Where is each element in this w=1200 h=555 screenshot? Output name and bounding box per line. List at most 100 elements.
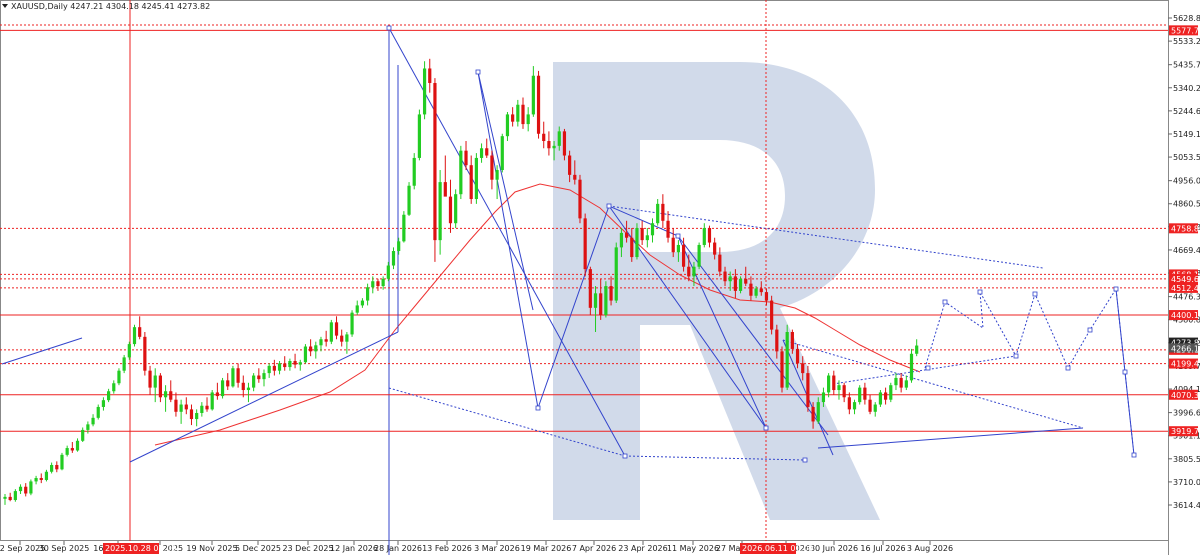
- candle-body: [630, 237, 634, 258]
- candle: [899, 373, 903, 393]
- candle-body: [293, 361, 297, 365]
- candle: [3, 493, 7, 505]
- candle-body: [75, 440, 80, 451]
- candle-body: [283, 363, 287, 368]
- candle: [303, 344, 308, 364]
- candle: [707, 225, 712, 248]
- price-tag-label: 3919.72: [1171, 427, 1200, 436]
- price-tag: 4758.89: [1169, 223, 1200, 234]
- candle-body: [391, 251, 396, 266]
- candle-body: [220, 380, 225, 397]
- candle-body: [884, 392, 888, 400]
- candle: [578, 174, 582, 224]
- candle-body: [298, 362, 302, 365]
- candle-body: [863, 387, 867, 400]
- candle-body: [184, 404, 188, 410]
- candle-body: [650, 223, 655, 236]
- candle: [832, 370, 836, 395]
- candle-body: [44, 471, 49, 480]
- candle-body: [552, 145, 556, 149]
- candle-body: [257, 375, 261, 380]
- candle-body: [70, 448, 74, 451]
- price-tag-label: 4070.35: [1171, 391, 1200, 400]
- forecast-line-dotted: [832, 355, 1017, 385]
- candle: [785, 324, 789, 391]
- price-tag-label: 4400.18: [1171, 311, 1200, 320]
- candle: [65, 445, 69, 457]
- candle-body: [127, 344, 131, 358]
- y-tick-label: 4669.40: [1173, 246, 1200, 255]
- candle-body: [459, 150, 463, 195]
- price-chart[interactable]: 5628.80 5533.25 5435.75 5340.20 5244.65 5149.…: [0, 0, 1200, 555]
- candle-body: [847, 397, 851, 410]
- x-tick-label: 13 Feb 2026: [422, 544, 472, 553]
- candle-body: [422, 68, 427, 115]
- price-tag-label: 4199.45: [1171, 360, 1200, 369]
- candle-body: [775, 329, 779, 352]
- candle-body: [578, 179, 582, 219]
- candle-body: [806, 373, 810, 407]
- forecast-node: [942, 299, 948, 305]
- candle: [479, 143, 484, 163]
- x-tick-label: 3 Mar 2026: [474, 544, 520, 553]
- x-tick-label: 12 Jan 2026: [330, 544, 378, 553]
- candle: [309, 339, 313, 357]
- candle: [127, 341, 131, 360]
- candle-body: [666, 220, 670, 238]
- candle-body: [340, 335, 344, 342]
- candle-body: [827, 375, 831, 393]
- candle-body: [858, 387, 862, 403]
- candle-body: [733, 276, 737, 291]
- y-tick-label: 5628.80: [1173, 14, 1200, 23]
- candle-body: [272, 365, 276, 371]
- candle-body: [397, 241, 401, 252]
- candle-body: [81, 429, 85, 441]
- candle: [272, 359, 276, 376]
- candle: [107, 388, 111, 403]
- x-tick-label: 28 Jan 2026: [374, 544, 422, 553]
- candle-body: [91, 417, 95, 425]
- candle: [884, 387, 888, 405]
- candle: [226, 373, 230, 391]
- candle: [34, 475, 38, 485]
- candle: [469, 155, 473, 204]
- candle-body: [479, 148, 484, 158]
- y-tick-label: 5149.10: [1173, 130, 1200, 139]
- candle-body: [909, 353, 914, 381]
- candle: [640, 220, 644, 245]
- candle-body: [241, 382, 245, 391]
- candle: [75, 438, 80, 452]
- candle: [148, 365, 152, 395]
- candle-body: [402, 214, 406, 242]
- candle: [827, 373, 831, 398]
- candle-body: [376, 281, 380, 287]
- candle: [702, 223, 706, 248]
- candle-body: [604, 286, 608, 316]
- candle: [267, 363, 271, 378]
- candle: [60, 452, 64, 471]
- candle-body: [785, 332, 789, 388]
- candle: [169, 380, 173, 403]
- candle-body: [521, 104, 525, 125]
- candle: [526, 107, 530, 132]
- candle: [8, 492, 12, 502]
- candle: [117, 368, 121, 386]
- candle: [542, 121, 546, 149]
- candle-body: [29, 481, 33, 494]
- candle-body: [873, 404, 877, 412]
- candle: [324, 330, 328, 347]
- forecast-node: [675, 233, 681, 239]
- candle: [179, 399, 183, 424]
- candle-body: [3, 496, 7, 499]
- candle-body: [226, 380, 230, 387]
- candle-body: [832, 375, 836, 391]
- candle-body: [355, 305, 359, 313]
- candle: [241, 375, 245, 398]
- forecast-node: [802, 457, 808, 463]
- candle: [18, 484, 23, 494]
- candle-body: [495, 170, 499, 180]
- candle: [407, 182, 411, 216]
- candle: [24, 483, 28, 497]
- x-tick-label: 30 Sep 2025: [39, 544, 90, 553]
- candle-body: [801, 363, 805, 374]
